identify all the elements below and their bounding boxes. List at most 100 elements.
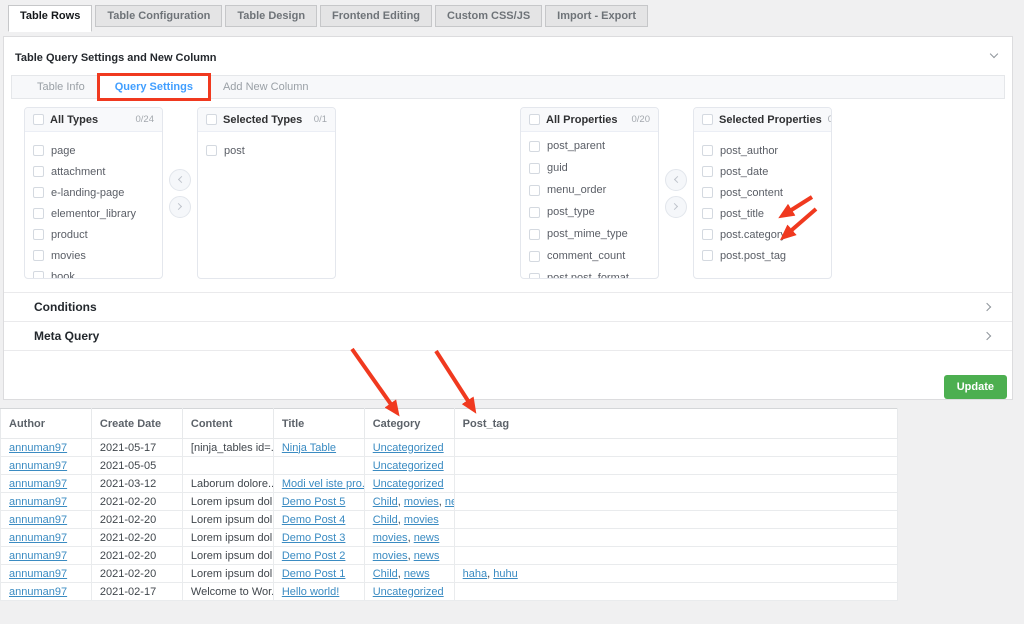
select-all-checkbox[interactable] <box>529 114 540 125</box>
cell-category: Uncategorized <box>364 439 454 457</box>
cell-link-ninja-table[interactable]: Ninja Table <box>282 442 336 454</box>
tab-table-design[interactable]: Table Design <box>225 5 317 27</box>
checkbox[interactable] <box>529 185 540 196</box>
cell-link-movies[interactable]: movies <box>373 532 408 544</box>
cell-link-child[interactable]: Child <box>373 496 398 508</box>
cell-link-ne[interactable]: ne... <box>445 496 454 508</box>
transfer-item-post-parent[interactable]: post_parent <box>521 135 658 157</box>
checkbox[interactable] <box>33 187 44 198</box>
checkbox[interactable] <box>529 141 540 152</box>
cell-link-uncategorized[interactable]: Uncategorized <box>373 460 444 472</box>
cell-link-demo-post-1[interactable]: Demo Post 1 <box>282 568 346 580</box>
move-right-button[interactable] <box>169 196 191 218</box>
meta-query-section[interactable]: Meta Query <box>4 322 1012 351</box>
select-all-checkbox[interactable] <box>702 114 713 125</box>
tab-table-configuration[interactable]: Table Configuration <box>95 5 222 27</box>
cell-link-demo-post-5[interactable]: Demo Post 5 <box>282 496 346 508</box>
cell-link-movies[interactable]: movies <box>404 496 439 508</box>
move-right-button[interactable] <box>665 196 687 218</box>
checkbox[interactable] <box>702 145 713 156</box>
cell-link-movies[interactable]: movies <box>373 550 408 562</box>
tab-table-rows[interactable]: Table Rows <box>8 5 92 32</box>
panel-header-count: 0/24 <box>136 114 155 125</box>
cell-link-movies[interactable]: movies <box>404 514 439 526</box>
checkbox[interactable] <box>529 273 540 280</box>
checkbox[interactable] <box>529 207 540 218</box>
cell-link-annuman97[interactable]: annuman97 <box>9 586 67 598</box>
cell-link-annuman97[interactable]: annuman97 <box>9 568 67 580</box>
transfer-item-e-landing-page[interactable]: e-landing-page <box>25 182 162 203</box>
transfer-item-product[interactable]: product <box>25 224 162 245</box>
transfer-item-post-type[interactable]: post_type <box>521 201 658 223</box>
transfer-item-menu-order[interactable]: menu_order <box>521 179 658 201</box>
cell-link-annuman97[interactable]: annuman97 <box>9 532 67 544</box>
transfer-item-attachment[interactable]: attachment <box>25 161 162 182</box>
conditions-section[interactable]: Conditions <box>4 293 1012 322</box>
sub-tab-add-new-column[interactable]: Add New Column <box>208 76 324 98</box>
move-left-button[interactable] <box>665 169 687 191</box>
checkbox[interactable] <box>702 166 713 177</box>
transfer-item-post[interactable]: post <box>198 140 335 161</box>
cell-link-news[interactable]: news <box>404 568 430 580</box>
cell-link-annuman97[interactable]: annuman97 <box>9 496 67 508</box>
transfer-item-post-post-tag[interactable]: post.post_tag <box>694 245 831 266</box>
panel-header-title: All Properties <box>546 114 618 126</box>
sub-tab-query-settings[interactable]: Query Settings <box>100 76 208 98</box>
checkbox[interactable] <box>702 229 713 240</box>
cell-link-uncategorized[interactable]: Uncategorized <box>373 586 444 598</box>
cell-link-modi-vel-iste-pro[interactable]: Modi vel iste pro... <box>282 478 364 490</box>
select-all-checkbox[interactable] <box>206 114 217 125</box>
cell-link-annuman97[interactable]: annuman97 <box>9 514 67 526</box>
checkbox[interactable] <box>529 251 540 262</box>
transfer-item-movies[interactable]: movies <box>25 245 162 266</box>
checkbox[interactable] <box>702 250 713 261</box>
sub-tab-table-info[interactable]: Table Info <box>22 76 100 98</box>
collapse-chevron-icon[interactable] <box>990 50 998 58</box>
cell-link-uncategorized[interactable]: Uncategorized <box>373 478 444 490</box>
transfer-item-book[interactable]: book <box>25 266 162 279</box>
move-left-button[interactable] <box>169 169 191 191</box>
cell-link-annuman97[interactable]: annuman97 <box>9 550 67 562</box>
transfer-item-post-mime-type[interactable]: post_mime_type <box>521 223 658 245</box>
select-all-checkbox[interactable] <box>33 114 44 125</box>
cell-link-demo-post-4[interactable]: Demo Post 4 <box>282 514 346 526</box>
transfer-item-post-content[interactable]: post_content <box>694 182 831 203</box>
tab-custom-css-js[interactable]: Custom CSS/JS <box>435 5 542 27</box>
transfer-item-post-category[interactable]: post.category <box>694 224 831 245</box>
checkbox[interactable] <box>206 145 217 156</box>
cell-link-annuman97[interactable]: annuman97 <box>9 460 67 472</box>
transfer-item-post-author[interactable]: post_author <box>694 140 831 161</box>
tab-import-export[interactable]: Import - Export <box>545 5 648 27</box>
cell-link-demo-post-2[interactable]: Demo Post 2 <box>282 550 346 562</box>
checkbox[interactable] <box>529 163 540 174</box>
checkbox[interactable] <box>702 187 713 198</box>
transfer-item-elementor-library[interactable]: elementor_library <box>25 203 162 224</box>
cell-link-uncategorized[interactable]: Uncategorized <box>373 442 444 454</box>
cell-link-hello-world[interactable]: Hello world! <box>282 586 339 598</box>
transfer-item-guid[interactable]: guid <box>521 157 658 179</box>
transfer-item-post-title[interactable]: post_title <box>694 203 831 224</box>
checkbox[interactable] <box>529 229 540 240</box>
checkbox[interactable] <box>33 166 44 177</box>
checkbox[interactable] <box>33 271 44 279</box>
cell-link-news[interactable]: news <box>414 532 440 544</box>
cell-link-child[interactable]: Child <box>373 568 398 580</box>
cell-link-huhu[interactable]: huhu <box>493 568 517 580</box>
transfer-item-post-date[interactable]: post_date <box>694 161 831 182</box>
cell-link-haha[interactable]: haha <box>463 568 487 580</box>
checkbox[interactable] <box>702 208 713 219</box>
cell-link-child[interactable]: Child <box>373 514 398 526</box>
update-button[interactable]: Update <box>944 375 1007 399</box>
cell-link-annuman97[interactable]: annuman97 <box>9 442 67 454</box>
transfer-item-page[interactable]: page <box>25 140 162 161</box>
tab-frontend-editing[interactable]: Frontend Editing <box>320 5 432 27</box>
transfer-item-post-post-format[interactable]: post.post_format <box>521 267 658 279</box>
transfer-item-comment-count[interactable]: comment_count <box>521 245 658 267</box>
checkbox[interactable] <box>33 145 44 156</box>
cell-link-news[interactable]: news <box>414 550 440 562</box>
cell-link-demo-post-3[interactable]: Demo Post 3 <box>282 532 346 544</box>
checkbox[interactable] <box>33 250 44 261</box>
checkbox[interactable] <box>33 229 44 240</box>
cell-link-annuman97[interactable]: annuman97 <box>9 478 67 490</box>
checkbox[interactable] <box>33 208 44 219</box>
